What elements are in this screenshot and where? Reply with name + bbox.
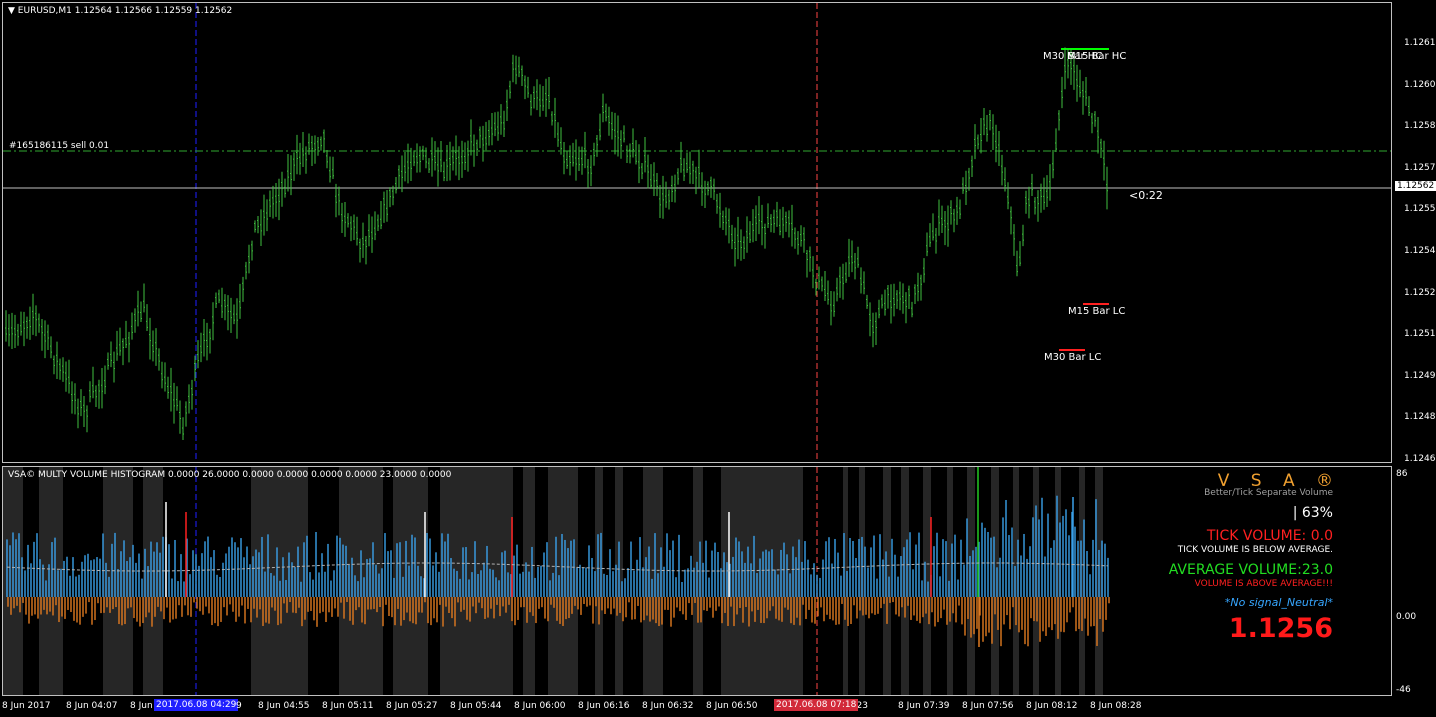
time-tick-label: 8 Jun 08:28 [1090,701,1142,711]
price-tick-label: 1.12495 [1404,370,1436,381]
shade-block [883,467,891,695]
time-tick-label: 8 Jun 06:00 [514,701,566,711]
price-tick-label: 1.12540 [1404,246,1436,256]
shade-block [595,467,603,695]
signal-readout: *No signal_Neutral* [1224,596,1333,609]
volume-scale-bottom: -46 [1396,685,1411,695]
average-volume-note: VOLUME IS ABOVE AVERAGE!!! [1194,579,1333,589]
price-tick-label: 1.12600 [1404,79,1436,90]
volume-histogram-canvas [3,467,1110,695]
price-tick-label: 1.12615 [1404,38,1436,48]
time-tick-label: 8 Jun 04:07 [66,701,118,711]
level-label-m15-lc: M15 Bar LC [1068,306,1126,317]
red-cursor-time: 2017.06.08 07:18 [774,699,859,711]
time-tick-label: 8 Jun 06:32 [642,701,694,711]
volume-scale-top: 86 [1396,469,1408,479]
price-chart-pane[interactable]: ▼ EURUSD,M1 1.12564 1.12566 1.12559 1.12… [2,2,1392,463]
order-label: #165186115 sell 0.01 [9,141,110,151]
shade-block [923,467,931,695]
price-tick-label: 1.12465 [1404,454,1436,464]
blue-cursor-time: 2017.06.08 04:29 [154,699,239,711]
price-readout: 1.1256 [1228,613,1333,644]
price-tick-label: 1.12525 [1404,287,1436,298]
indicator-header: VSA© MULTY VOLUME HISTOGRAM 0.0000 26.00… [8,470,452,480]
bar-countdown: <0:22 [1129,189,1163,202]
price-tick-label: 1.12480 [1404,412,1436,423]
time-tick-label: 8 Jun 04:55 [258,701,310,711]
shade-block [967,467,975,695]
blue-cursor-time-suffix: 9 [236,701,242,711]
time-tick-label: 8 Jun 07:39 [898,701,950,711]
average-volume-readout: AVERAGE VOLUME:23.0 [1168,562,1333,578]
percent-readout: | 63% [1292,505,1333,521]
time-tick-label: 8 Jun 08:12 [1026,701,1078,711]
indicator-subtitle: Better/Tick Separate Volume [1204,488,1333,498]
volume-scale-mid: 0.00 [1396,612,1417,622]
level-label-m15-hc: M15 Bar HC [1067,51,1127,62]
time-tick-label: 8 Jun 06:50 [706,701,758,711]
tick-volume-note: TICK VOLUME IS BELOW AVERAGE. [1177,545,1333,555]
time-tick-label: 8 Jun 2017 [2,701,51,711]
time-tick-label: 8 Jun 05:44 [450,701,502,711]
dropdown-triangle-icon[interactable]: ▼ [8,6,15,16]
current-price-label: 1.12562 [1395,181,1436,191]
price-tick-label: 1.12585 [1404,121,1436,132]
time-tick-label: 8 Jun 05:27 [386,701,438,711]
time-tick-label: 8 Jun 06:16 [578,701,630,711]
time-tick-label: 8 Jun [130,701,153,711]
level-label-m30-lc: M30 Bar LC [1044,352,1102,363]
chart-header: ▼ EURUSD,M1 1.12564 1.12566 1.12559 1.12… [8,6,232,16]
time-tick-label: 8 Jun 07:56 [962,701,1014,711]
tick-volume-readout: TICK VOLUME: 0.0 [1206,528,1333,544]
shade-block [991,467,999,695]
price-tick-label: 1.12570 [1404,162,1436,173]
symbol-quote: EURUSD,M1 1.12564 1.12566 1.12559 1.1256… [17,6,233,16]
time-tick-label: 8 Jun 05:11 [322,701,374,711]
shade-block [393,467,428,695]
volume-histogram-pane[interactable]: VSA© MULTY VOLUME HISTOGRAM 0.0000 26.00… [2,466,1392,696]
shade-block [901,467,909,695]
candles [5,47,1108,441]
price-chart-canvas [3,3,1391,462]
price-tick-label: 1.12555 [1404,204,1436,215]
price-tick-label: 1.12510 [1404,329,1436,340]
